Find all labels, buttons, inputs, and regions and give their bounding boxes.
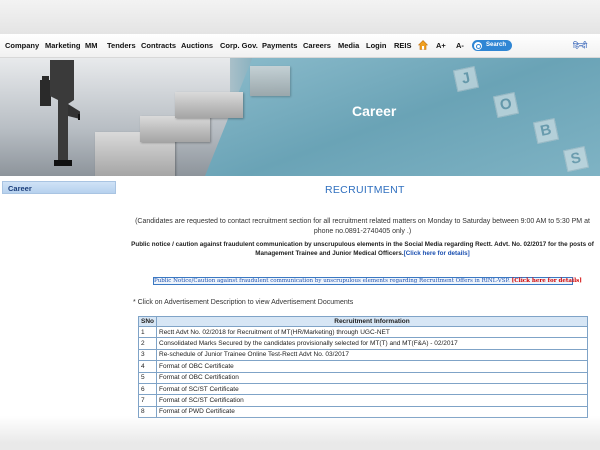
caution-link[interactable]: [Click here for details] — [512, 278, 582, 284]
nav-item-reis[interactable]: REIS — [394, 41, 412, 50]
nav-item-careers[interactable]: Careers — [303, 41, 331, 50]
row-info-link[interactable]: Re-schedule of Junior Trainee Online Tes… — [156, 348, 588, 362]
row-info-link[interactable]: Format of SC/ST Certificate — [156, 382, 588, 396]
row-sno: 7 — [138, 394, 157, 407]
top-nav: Company Marketing MM Tenders Contracts A… — [0, 34, 600, 58]
public-notice: Public notice / caution against fraudule… — [126, 240, 599, 258]
jobs-letter-b: B — [532, 117, 560, 145]
table-header-row: SNo Recruitment Information — [138, 316, 588, 327]
hindi-language-link[interactable]: हिन्दी — [573, 41, 587, 51]
table-row: 6 Format of SC/ST Certificate — [138, 382, 588, 396]
businessman-image — [40, 60, 80, 166]
page: Company Marketing MM Tenders Contracts A… — [0, 34, 600, 450]
public-notice-link[interactable]: [Click here for details] — [404, 250, 470, 257]
row-sno: 1 — [138, 325, 157, 339]
nav-item-media[interactable]: Media — [338, 41, 359, 50]
row-sno: 3 — [138, 348, 157, 362]
page-title: RECRUITMENT — [325, 184, 405, 196]
jobs-letter-j: J — [452, 65, 480, 93]
row-sno: 8 — [138, 405, 157, 419]
row-info-link[interactable]: Format of SC/ST Certification — [156, 394, 588, 407]
row-sno: 6 — [138, 382, 157, 396]
banner-step — [175, 92, 243, 118]
home-icon[interactable] — [418, 40, 428, 50]
search-label: Search — [486, 42, 507, 48]
row-info-link[interactable]: Rectt Advt No. 02/2018 for Recruitment o… — [156, 325, 588, 339]
row-sno: 4 — [138, 360, 157, 373]
jobs-letter-s: S — [562, 145, 590, 173]
font-increase-button[interactable]: A+ — [436, 41, 446, 50]
table-row: 7 Format of SC/ST Certification — [138, 394, 588, 407]
nav-item-company[interactable]: Company — [5, 41, 39, 50]
instruction-text: * Click on Advertisement Description to … — [133, 299, 354, 306]
table-row: 3 Re-schedule of Junior Trainee Online T… — [138, 348, 588, 362]
row-info-link[interactable]: Format of OBC Certification — [156, 371, 588, 384]
jobs-letter-o: O — [492, 91, 520, 119]
row-info-link[interactable]: Consolidated Marks Secured by the candid… — [156, 337, 588, 350]
caution-notice-box: Public Notice/Caution against fraudulent… — [153, 277, 582, 285]
row-info-link[interactable]: Format of PWD Certificate — [156, 405, 588, 419]
row-sno: 2 — [138, 337, 157, 350]
banner-step — [140, 116, 210, 142]
recruitment-table: SNo Recruitment Information 1 Rectt Advt… — [138, 316, 588, 419]
column-header-info: Recruitment Information — [156, 316, 588, 327]
bottom-fade — [0, 416, 600, 450]
search-button[interactable]: Search — [472, 40, 512, 51]
nav-item-contracts[interactable]: Contracts — [141, 41, 176, 50]
table-row: 1 Rectt Advt No. 02/2018 for Recruitment… — [138, 325, 588, 339]
nav-item-payments[interactable]: Payments — [262, 41, 297, 50]
banner-step — [250, 66, 290, 96]
table-row: 2 Consolidated Marks Secured by the cand… — [138, 337, 588, 350]
search-icon — [474, 41, 482, 50]
table-row: 4 Format of OBC Certificate — [138, 360, 588, 373]
caution-text: Public Notice/Caution against fraudulent… — [154, 278, 510, 284]
public-notice-text: Public notice / caution against fraudule… — [131, 241, 594, 257]
sidebar-item-career[interactable]: Career — [2, 181, 116, 194]
banner-title: Career — [352, 103, 397, 119]
top-fade — [0, 0, 600, 34]
row-sno: 5 — [138, 371, 157, 384]
nav-item-tenders[interactable]: Tenders — [107, 41, 136, 50]
row-info-link[interactable]: Format of OBC Certificate — [156, 360, 588, 373]
career-banner: J O B S Career — [0, 58, 600, 176]
table-row: 5 Format of OBC Certification — [138, 371, 588, 384]
column-header-sno: SNo — [138, 316, 157, 327]
nav-item-marketing[interactable]: Marketing — [45, 41, 80, 50]
table-row: 8 Format of PWD Certificate — [138, 405, 588, 419]
contact-note: (Candidates are requested to contact rec… — [135, 218, 590, 235]
nav-item-mm[interactable]: MM — [85, 41, 98, 50]
nav-item-auctions[interactable]: Auctions — [181, 41, 213, 50]
font-decrease-button[interactable]: A- — [456, 41, 464, 50]
nav-item-corp-gov[interactable]: Corp. Gov. — [220, 41, 258, 50]
nav-item-login[interactable]: Login — [366, 41, 386, 50]
